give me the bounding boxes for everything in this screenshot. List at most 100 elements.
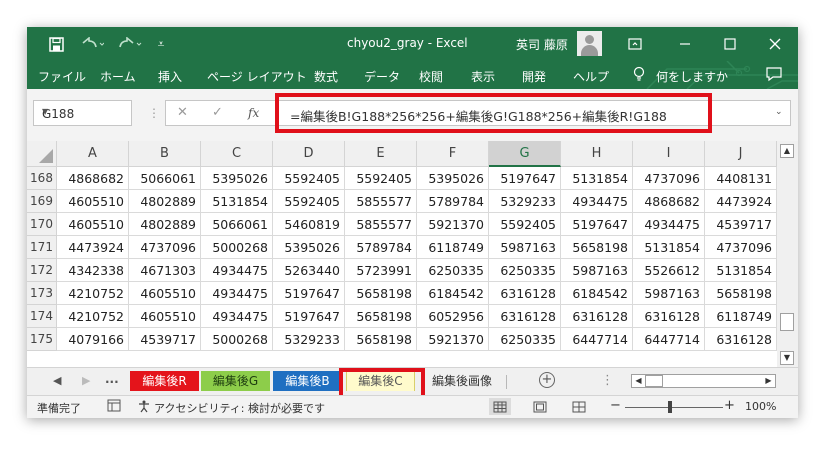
cell[interactable]: 6316128 <box>561 305 633 328</box>
cell[interactable]: 4934475 <box>201 282 273 305</box>
column-header-i[interactable]: I <box>633 141 705 167</box>
cell[interactable]: 5460819 <box>273 213 345 236</box>
cell[interactable]: 5921370 <box>417 213 489 236</box>
cell[interactable]: 5000268 <box>201 236 273 259</box>
cell[interactable]: 4934475 <box>561 190 633 213</box>
undo-icon[interactable] <box>77 33 107 55</box>
scroll-up-icon[interactable]: ▲ <box>780 144 794 158</box>
drag-handle-icon[interactable]: ⋮ <box>601 373 614 388</box>
sheet-tab-image[interactable]: 編集後画像 <box>424 371 500 391</box>
menu-help[interactable]: ヘルプ <box>573 68 609 85</box>
cell[interactable]: 5197647 <box>273 305 345 328</box>
row-header[interactable]: 173 <box>27 282 57 305</box>
zoom-slider-thumb[interactable] <box>668 401 672 413</box>
cell[interactable]: 5197647 <box>561 213 633 236</box>
cell[interactable]: 4802889 <box>129 213 201 236</box>
ribbon-display-icon[interactable] <box>625 33 645 55</box>
menu-page-layout[interactable]: ページ レイアウト <box>207 68 307 85</box>
row-header[interactable]: 168 <box>27 167 57 190</box>
menu-developer[interactable]: 開発 <box>522 68 546 85</box>
normal-view-icon[interactable] <box>489 398 511 415</box>
horizontal-scrollbar[interactable]: ◀ ▶ <box>631 374 776 388</box>
cell[interactable]: 5855577 <box>345 190 417 213</box>
comments-icon[interactable] <box>765 66 783 85</box>
scroll-left-icon[interactable]: ◀ <box>632 375 645 387</box>
cell[interactable]: 4868682 <box>57 167 129 190</box>
cell[interactable]: 6447714 <box>633 328 705 351</box>
worksheet-grid[interactable]: ABCDEFGHIJ 168 4868682 5066061 5395026 55924… <box>27 141 777 367</box>
customize-icon[interactable]: ⩡ <box>153 33 169 55</box>
cell[interactable]: 6184542 <box>417 282 489 305</box>
menu-formulas[interactable]: 数式 <box>314 68 338 85</box>
cell[interactable]: 4737096 <box>633 167 705 190</box>
tell-me-search[interactable]: 何をしますか <box>656 68 728 85</box>
redo-icon[interactable] <box>115 33 145 55</box>
cell[interactable]: 4473924 <box>705 190 777 213</box>
vertical-scrollbar[interactable]: ▲ ▼ <box>777 141 798 367</box>
cell[interactable]: 5987163 <box>489 236 561 259</box>
cell[interactable]: 6118749 <box>705 305 777 328</box>
cell[interactable]: 5658198 <box>345 305 417 328</box>
avatar[interactable] <box>577 31 602 56</box>
vertical-scroll-thumb[interactable] <box>780 313 794 331</box>
tab-more-button[interactable]: ... <box>105 372 119 386</box>
row-header[interactable]: 175 <box>27 328 57 351</box>
sheet-tab-b[interactable]: 編集後B <box>273 371 342 391</box>
cell[interactable]: 4605510 <box>57 190 129 213</box>
menu-home[interactable]: ホーム <box>100 68 136 85</box>
cell[interactable]: 5855577 <box>345 213 417 236</box>
cell[interactable]: 4802889 <box>129 190 201 213</box>
cell[interactable]: 5592405 <box>273 190 345 213</box>
cell[interactable]: 6316128 <box>633 305 705 328</box>
cell[interactable]: 5131854 <box>201 190 273 213</box>
minimize-icon[interactable] <box>675 33 695 55</box>
cell[interactable]: 4605510 <box>57 213 129 236</box>
cell[interactable]: 6316128 <box>705 328 777 351</box>
cell[interactable]: 4934475 <box>633 213 705 236</box>
cell[interactable]: 5329233 <box>489 190 561 213</box>
name-box[interactable]: G188 ▼ <box>33 100 132 126</box>
cell[interactable]: 6316128 <box>489 282 561 305</box>
cell[interactable]: 4342338 <box>57 259 129 282</box>
menu-data[interactable]: データ <box>364 68 400 85</box>
cell[interactable]: 5066061 <box>129 167 201 190</box>
cell[interactable]: 5395026 <box>201 167 273 190</box>
cell[interactable]: 5395026 <box>273 236 345 259</box>
column-header-g[interactable]: G <box>489 141 561 167</box>
cell[interactable]: 5000268 <box>201 328 273 351</box>
page-layout-view-icon[interactable] <box>529 398 551 415</box>
cell[interactable]: 5329233 <box>273 328 345 351</box>
zoom-out-button[interactable]: − <box>610 398 621 413</box>
cancel-icon[interactable]: ✕ <box>177 105 188 120</box>
cell[interactable]: 5658198 <box>345 282 417 305</box>
row-header[interactable]: 169 <box>27 190 57 213</box>
menu-insert[interactable]: 挿入 <box>158 68 182 85</box>
column-header-f[interactable]: F <box>417 141 489 167</box>
cell[interactable]: 5592405 <box>345 167 417 190</box>
sheet-tab-r[interactable]: 編集後R <box>130 371 199 391</box>
cell[interactable]: 5131854 <box>561 167 633 190</box>
cell[interactable]: 4473924 <box>57 236 129 259</box>
column-header-d[interactable]: D <box>273 141 345 167</box>
cell[interactable]: 5526612 <box>633 259 705 282</box>
scroll-right-icon[interactable]: ▶ <box>762 375 775 387</box>
menu-review[interactable]: 校閲 <box>419 68 443 85</box>
menu-file[interactable]: ファイル <box>38 68 86 85</box>
zoom-in-button[interactable]: + <box>724 398 735 413</box>
column-header-h[interactable]: H <box>561 141 633 167</box>
cell[interactable]: 4605510 <box>129 282 201 305</box>
tab-next-icon[interactable]: ▶ <box>82 374 90 387</box>
cell[interactable]: 4737096 <box>705 236 777 259</box>
cell[interactable]: 4934475 <box>201 259 273 282</box>
cell[interactable]: 6250335 <box>489 328 561 351</box>
cell[interactable]: 5987163 <box>561 259 633 282</box>
cell[interactable]: 5658198 <box>705 282 777 305</box>
macro-record-icon[interactable] <box>107 399 121 415</box>
cell[interactable]: 5066061 <box>201 213 273 236</box>
row-header[interactable]: 172 <box>27 259 57 282</box>
cell[interactable]: 4539717 <box>129 328 201 351</box>
cell[interactable]: 5789784 <box>345 236 417 259</box>
cell[interactable]: 5592405 <box>273 167 345 190</box>
cell[interactable]: 4671303 <box>129 259 201 282</box>
sheet-tab-g[interactable]: 編集後G <box>201 371 270 391</box>
